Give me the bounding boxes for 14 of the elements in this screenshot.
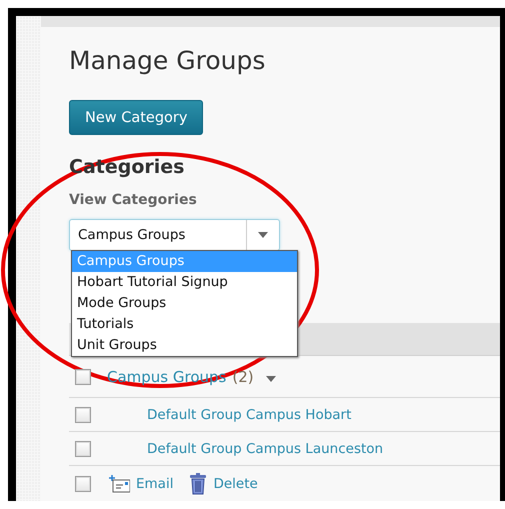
group-count: (2) xyxy=(232,368,254,386)
dropdown-option[interactable]: Campus Groups xyxy=(72,251,297,272)
new-category-button[interactable]: New Category xyxy=(69,100,204,135)
field-label: View Categories xyxy=(69,192,197,208)
dropdown-option[interactable]: Unit Groups xyxy=(72,335,297,356)
delete-link[interactable]: Delete xyxy=(189,473,258,495)
dropdown-option[interactable]: Mode Groups xyxy=(72,293,297,314)
email-link[interactable]: Email xyxy=(109,475,174,493)
dropdown-option[interactable]: Tutorials xyxy=(72,314,297,335)
group-link[interactable]: Default Group Campus Hobart xyxy=(147,406,352,422)
category-dropdown[interactable]: Campus Groups xyxy=(69,219,280,251)
dropdown-option[interactable]: Hobart Tutorial Signup xyxy=(72,272,297,293)
page-title: Manage Groups xyxy=(69,45,266,77)
group-link[interactable]: Default Group Campus Launceston xyxy=(147,440,384,456)
